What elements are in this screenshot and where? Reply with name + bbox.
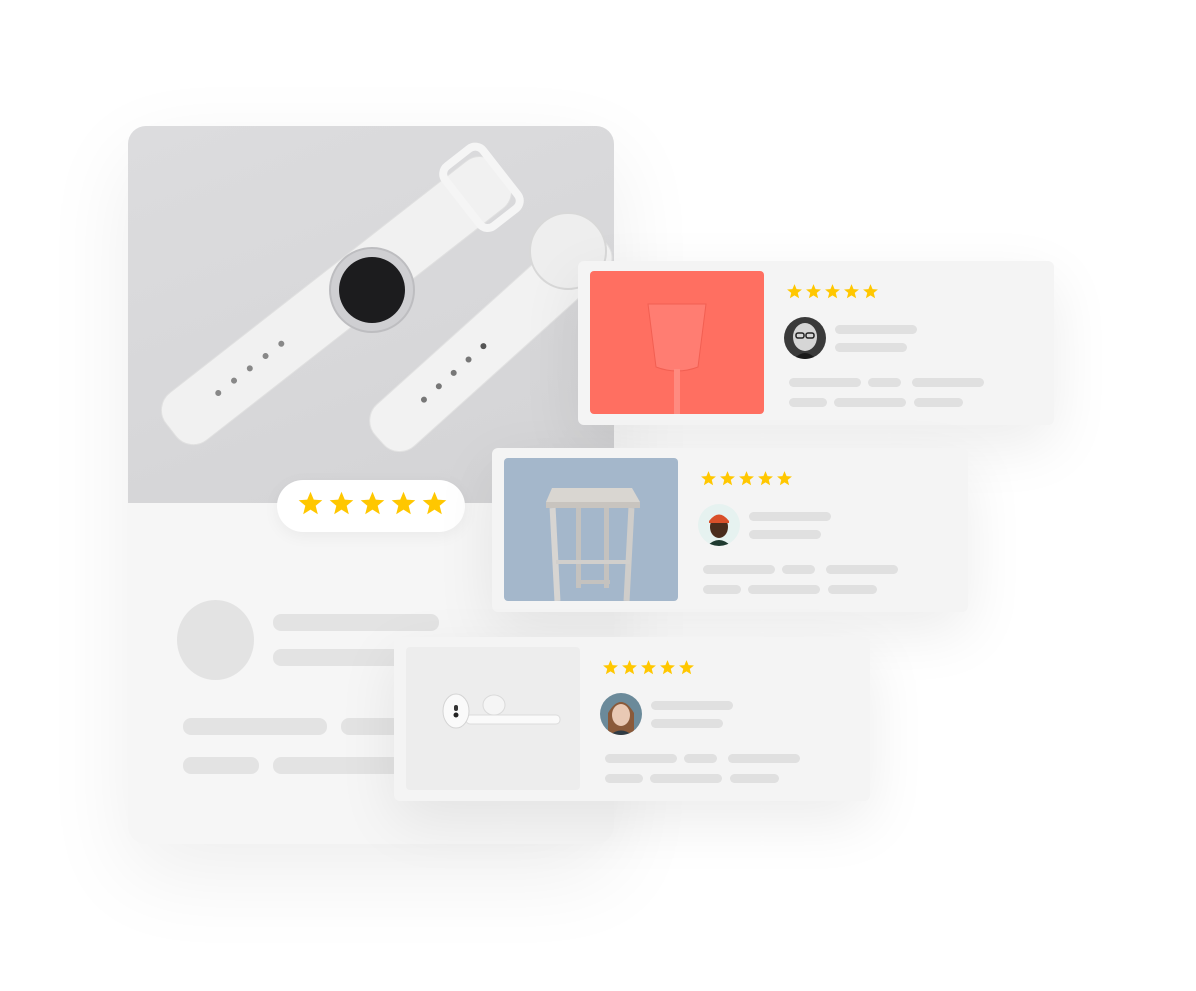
product-image-earbuds: [406, 647, 580, 790]
product-image-coral-cup: [590, 271, 764, 414]
reviewer-avatar: [600, 693, 642, 735]
reviewer-avatar-placeholder: [177, 600, 254, 680]
review-card: [492, 448, 968, 612]
review-card: [394, 637, 870, 801]
star-icon: [777, 471, 792, 486]
star-icon: [844, 284, 859, 299]
review-text-placeholder: [826, 565, 898, 574]
reviewer-avatar: [784, 317, 826, 359]
review-text-placeholder: [730, 774, 779, 783]
star-icon: [391, 491, 416, 515]
star-icon: [660, 660, 675, 675]
text-placeholder: [183, 757, 259, 774]
review-text-placeholder: [789, 398, 827, 407]
subtitle-placeholder: [273, 649, 403, 666]
review-text-placeholder: [703, 585, 741, 594]
reviewer-name-placeholder: [651, 701, 733, 710]
product-image-smartwatches: [128, 126, 614, 503]
review-card: [578, 261, 1054, 425]
review-text-placeholder: [605, 774, 643, 783]
review-text-placeholder: [912, 378, 984, 387]
star-icon: [787, 284, 802, 299]
name-placeholder: [273, 614, 439, 631]
star-icon: [863, 284, 878, 299]
review-text-placeholder: [782, 565, 815, 574]
star-rating: [602, 659, 695, 676]
review-text-placeholder: [834, 398, 906, 407]
star-icon: [758, 471, 773, 486]
star-icon: [603, 660, 618, 675]
star-icon: [679, 660, 694, 675]
star-rating: [786, 283, 879, 300]
star-icon: [298, 491, 323, 515]
star-icon: [739, 471, 754, 486]
text-placeholder: [183, 718, 327, 735]
star-icon: [825, 284, 840, 299]
review-text-placeholder: [684, 754, 717, 763]
review-text-placeholder: [789, 378, 861, 387]
star-icon: [641, 660, 656, 675]
star-icon: [701, 471, 716, 486]
reviewer-meta-placeholder: [651, 719, 723, 728]
text-placeholder: [273, 757, 403, 774]
reviewer-avatar: [698, 504, 740, 546]
reviewer-meta-placeholder: [835, 343, 907, 352]
review-text-placeholder: [605, 754, 677, 763]
reviewer-meta-placeholder: [749, 530, 821, 539]
star-icon: [720, 471, 735, 486]
star-rating: [297, 490, 448, 517]
star-icon: [622, 660, 637, 675]
review-text-placeholder: [748, 585, 820, 594]
text-placeholder: [341, 718, 401, 735]
star-rating: [700, 470, 793, 487]
reviewer-name-placeholder: [749, 512, 831, 521]
review-showcase: [0, 0, 1196, 991]
review-text-placeholder: [828, 585, 877, 594]
review-text-placeholder: [728, 754, 800, 763]
review-text-placeholder: [868, 378, 901, 387]
reviewer-name-placeholder: [835, 325, 917, 334]
review-text-placeholder: [703, 565, 775, 574]
star-icon: [360, 491, 385, 515]
review-text-placeholder: [914, 398, 963, 407]
star-icon: [422, 491, 447, 515]
product-image-wooden-stool: [504, 458, 678, 601]
star-icon: [329, 491, 354, 515]
star-icon: [806, 284, 821, 299]
product-rating-badge: [277, 480, 465, 532]
review-text-placeholder: [650, 774, 722, 783]
